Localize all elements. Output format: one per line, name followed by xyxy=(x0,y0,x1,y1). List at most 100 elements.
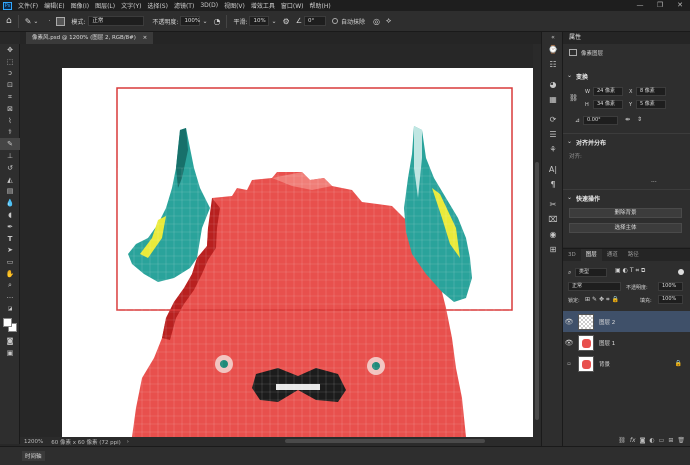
layer-name[interactable]: 背景 xyxy=(599,360,610,368)
move-tool-icon[interactable]: ✥ xyxy=(0,44,20,56)
menu-image[interactable]: 图像(I) xyxy=(68,1,92,10)
mode-select[interactable]: 正常 xyxy=(88,16,145,26)
menu-3d[interactable]: 3D(D) xyxy=(197,2,221,9)
angle-field[interactable]: 0.00° xyxy=(583,116,618,125)
filter-toggle[interactable] xyxy=(678,269,684,275)
adjustments-icon[interactable]: ☰ xyxy=(542,127,564,142)
select-subject-button[interactable]: 选择主体 xyxy=(569,223,682,233)
pencil-tool-icon[interactable]: ✎ xyxy=(0,138,20,151)
align-section-title[interactable]: 对齐并分布 xyxy=(566,138,606,147)
rectangle-tool-icon[interactable]: ▭ xyxy=(0,256,20,268)
pressure-opacity-icon[interactable]: ◔ xyxy=(213,17,220,26)
new-layer-icon[interactable]: ⊞ xyxy=(668,437,673,444)
transform-section-title[interactable]: 变换 xyxy=(566,72,588,81)
clone-source-icon[interactable]: ◉ xyxy=(542,227,564,242)
horizontal-scroll-thumb[interactable] xyxy=(285,439,485,443)
menu-filter[interactable]: 滤镜(T) xyxy=(171,1,197,10)
smooth-field[interactable]: 10% xyxy=(249,16,270,26)
menu-type[interactable]: 文字(Y) xyxy=(118,1,144,10)
brush-panel-icon[interactable] xyxy=(56,16,66,26)
minimize-button[interactable]: — xyxy=(630,0,650,11)
document-canvas[interactable] xyxy=(62,68,533,437)
delete-layer-icon[interactable]: 🗑 xyxy=(677,437,685,444)
quick-mask-icon[interactable]: ◙ xyxy=(0,335,20,347)
align-more-icon[interactable]: ... xyxy=(651,177,657,184)
properties-header[interactable]: 属性 xyxy=(563,32,690,44)
flip-vertical-icon[interactable]: ⇕ xyxy=(637,116,642,123)
menu-help[interactable]: 帮助(H) xyxy=(307,1,334,10)
layer-row[interactable]: 👁 图层 2 xyxy=(563,311,690,332)
layer-name[interactable]: 图层 1 xyxy=(599,339,615,347)
link-icon[interactable]: ⛓ xyxy=(569,94,578,102)
properties-icon[interactable]: ☷ xyxy=(542,57,564,72)
more-tools-icon[interactable]: ··· xyxy=(0,292,20,304)
x-field[interactable]: 8 像素 xyxy=(636,87,666,96)
paragraph-icon[interactable]: ¶ xyxy=(542,177,564,192)
height-field[interactable]: 34 像素 xyxy=(593,100,623,109)
pressure-size-icon[interactable]: ◎ xyxy=(373,17,380,26)
close-button[interactable]: ✕ xyxy=(670,0,690,11)
layer-row[interactable]: 👁 图层 1 xyxy=(563,332,690,353)
swatches-icon[interactable]: ▦ xyxy=(542,92,564,107)
dodge-tool-icon[interactable]: ◖ xyxy=(0,209,20,221)
layer-opacity-field[interactable]: 100% xyxy=(658,282,683,291)
crop-tool-icon[interactable]: ⌗ xyxy=(0,91,20,103)
layer-row[interactable]: ▫ 背景 🔒 xyxy=(563,353,690,374)
marquee-tool-icon[interactable]: ⬚ xyxy=(0,56,20,68)
auto-erase-checkbox[interactable] xyxy=(331,18,338,24)
default-colors-icon[interactable]: ◪ xyxy=(0,304,20,316)
color-swatches[interactable] xyxy=(0,315,20,335)
gear-icon[interactable]: ⚙ xyxy=(283,17,290,26)
width-field[interactable]: 24 像素 xyxy=(593,87,623,96)
color-icon[interactable]: ◕ xyxy=(542,77,564,92)
tab-layers[interactable]: 图层 xyxy=(580,249,602,261)
eraser-tool-icon[interactable]: ◭ xyxy=(0,174,20,186)
history-icon[interactable]: ⌚ xyxy=(542,42,564,57)
quick-actions-title[interactable]: 快速操作 xyxy=(566,194,600,203)
pen-tool-icon[interactable]: ✒ xyxy=(0,221,20,233)
tab-channels[interactable]: 通道 xyxy=(602,249,623,261)
timeline-tab[interactable]: 时间轴 xyxy=(22,451,45,461)
opacity-field[interactable]: 100% xyxy=(180,16,201,26)
healing-brush-tool-icon[interactable]: ⚕ xyxy=(0,127,20,139)
tool-presets-icon[interactable]: ✂ xyxy=(542,197,564,212)
visibility-empty-box[interactable]: ▫ xyxy=(563,361,575,367)
lock-icons[interactable]: ⊞✎✥⌗🔒 xyxy=(585,296,621,304)
menu-window[interactable]: 窗口(W) xyxy=(278,1,307,10)
history-brush-tool-icon[interactable]: ↺ xyxy=(0,162,20,174)
y-field[interactable]: 5 像素 xyxy=(636,100,666,109)
object-select-tool-icon[interactable]: ⊡ xyxy=(0,79,20,91)
clone-stamp-tool-icon[interactable]: ⊥ xyxy=(0,150,20,162)
close-tab-icon[interactable]: × xyxy=(143,35,148,41)
remove-background-button[interactable]: 删除背景 xyxy=(569,208,682,218)
lasso-tool-icon[interactable]: ↄ xyxy=(0,68,20,80)
menu-select[interactable]: 选择(S) xyxy=(144,1,171,10)
blend-mode-select[interactable]: 正常 xyxy=(568,282,621,291)
actions-icon[interactable]: ⟳ xyxy=(542,112,564,127)
fill-field[interactable]: 100% xyxy=(658,295,683,304)
maximize-button[interactable]: ❐ xyxy=(650,0,670,11)
eyedropper-tool-icon[interactable]: ⌇ xyxy=(0,115,20,127)
visibility-eye-icon[interactable]: 👁 xyxy=(563,339,575,347)
foreground-color-swatch[interactable] xyxy=(3,318,12,328)
visibility-eye-icon[interactable]: 👁 xyxy=(563,318,575,326)
collapse-icon[interactable]: « xyxy=(542,32,564,42)
chevron-down-icon[interactable]: ⌄ xyxy=(33,18,38,25)
patterns-icon[interactable]: ⊞ xyxy=(542,242,564,257)
character-icon[interactable]: A| xyxy=(542,162,564,177)
flip-horizontal-icon[interactable]: ⇹ xyxy=(625,116,630,123)
libraries-icon[interactable]: ⚘ xyxy=(542,142,564,157)
frame-tool-icon[interactable]: ⊠ xyxy=(0,103,20,115)
adjustment-layer-icon[interactable]: ◐ xyxy=(649,437,654,444)
home-icon[interactable]: ⌂ xyxy=(6,16,12,26)
tab-3d[interactable]: 3D xyxy=(563,249,581,261)
link-layers-icon[interactable]: ⛓ xyxy=(618,437,626,444)
zoom-level[interactable]: 1200% xyxy=(24,439,43,445)
type-tool-icon[interactable]: T xyxy=(0,233,20,245)
menu-edit[interactable]: 编辑(E) xyxy=(41,1,67,10)
document-tab[interactable]: 像素风.psd @ 1200% (图层 2, RGB/8#) × xyxy=(26,32,154,44)
zoom-tool-icon[interactable]: ⌕ xyxy=(0,280,20,292)
layer-style-icon[interactable]: fx xyxy=(630,437,636,444)
blur-tool-icon[interactable]: 💧 xyxy=(0,197,20,209)
angle-field[interactable]: 0° xyxy=(303,16,326,26)
